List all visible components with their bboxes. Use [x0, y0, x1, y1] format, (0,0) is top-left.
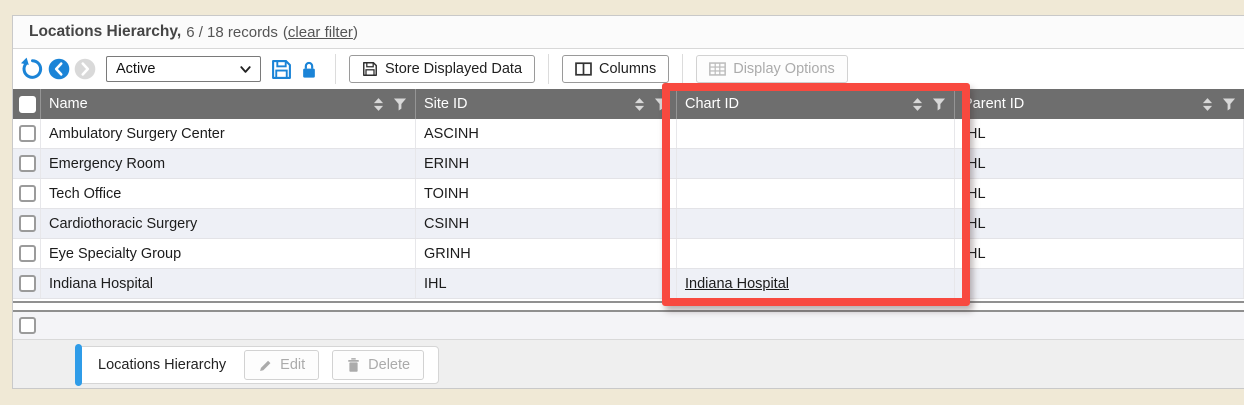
filter-icon[interactable] — [1222, 98, 1236, 111]
chart-id-link[interactable]: Indiana Hospital — [685, 276, 789, 292]
toolbar: Active — [13, 49, 1244, 89]
selection-action-box: Locations Hierarchy Edit Delete — [75, 346, 439, 384]
clear-filter-link[interactable]: clear filter — [288, 24, 353, 41]
cell-name: Cardiothoracic Surgery — [41, 209, 416, 238]
display-options-label: Display Options — [733, 61, 835, 77]
lock-icon[interactable] — [300, 60, 318, 79]
dropdown-chevron-icon — [238, 62, 253, 77]
column-label: Name — [49, 96, 88, 112]
select-all-cell — [13, 89, 41, 119]
cell-chart-id — [677, 239, 955, 268]
status-filter-select[interactable]: Active — [106, 56, 261, 82]
back-icon[interactable] — [48, 58, 70, 80]
table-header-row: Name Site ID Chart ID — [13, 89, 1244, 119]
store-displayed-data-label: Store Displayed Data — [385, 61, 522, 77]
cell-site-id: ERINH — [416, 149, 677, 178]
delete-button[interactable]: Delete — [332, 350, 424, 380]
filter-icon[interactable] — [654, 98, 668, 111]
accent-bar — [75, 344, 82, 386]
sort-icon[interactable] — [1202, 97, 1213, 112]
table-row[interactable]: Ambulatory Surgery Center ASCINH IHL — [13, 119, 1244, 149]
cell-parent-id — [955, 269, 1244, 298]
sort-icon[interactable] — [634, 97, 645, 112]
cell-site-id: IHL — [416, 269, 677, 298]
cell-parent-id: IHL — [955, 179, 1244, 208]
cell-parent-id: IHL — [955, 149, 1244, 178]
display-options-button[interactable]: Display Options — [696, 55, 848, 83]
column-label: Parent ID — [963, 96, 1024, 112]
table-row[interactable]: Emergency Room ERINH IHL — [13, 149, 1244, 179]
table-row[interactable]: Indiana Hospital IHL Indiana Hospital — [13, 269, 1244, 299]
columns-icon — [575, 62, 592, 76]
toolbar-separator — [335, 54, 336, 84]
page-title: Locations Hierarchy, — [29, 23, 181, 41]
columns-button[interactable]: Columns — [562, 55, 669, 83]
cell-site-id: ASCINH — [416, 119, 677, 148]
cell-site-id: GRINH — [416, 239, 677, 268]
row-checkbox[interactable] — [19, 245, 36, 262]
cell-chart-id — [677, 179, 955, 208]
cell-name: Indiana Hospital — [41, 269, 416, 298]
cell-name: Ambulatory Surgery Center — [41, 119, 416, 148]
footer-bar: Locations Hierarchy Edit Delete — [13, 340, 1244, 388]
column-header-parent-id[interactable]: Parent ID — [955, 89, 1244, 119]
forward-icon[interactable] — [74, 58, 96, 80]
edit-button[interactable]: Edit — [244, 350, 319, 380]
select-all-checkbox[interactable] — [19, 96, 36, 113]
table-row[interactable]: Tech Office TOINH IHL — [13, 179, 1244, 209]
row-checkbox[interactable] — [19, 125, 36, 142]
table-row[interactable]: Eye Specialty Group GRINH IHL — [13, 239, 1244, 269]
cell-parent-id: IHL — [955, 239, 1244, 268]
row-checkbox[interactable] — [19, 155, 36, 172]
sort-icon[interactable] — [912, 97, 923, 112]
horizontal-scrollbar[interactable] — [13, 301, 1244, 312]
row-checkbox[interactable] — [19, 275, 36, 292]
sort-icon[interactable] — [373, 97, 384, 112]
paren-close: ) — [353, 24, 358, 41]
cell-chart-id: Indiana Hospital — [677, 269, 955, 298]
cell-chart-id — [677, 149, 955, 178]
row-checkbox[interactable] — [19, 215, 36, 232]
columns-label: Columns — [599, 61, 656, 77]
panel-title-bar: Locations Hierarchy, 6 / 18 records (cle… — [13, 16, 1244, 49]
row-checkbox[interactable] — [19, 185, 36, 202]
status-filter-value: Active — [107, 61, 238, 77]
table-body: Ambulatory Surgery Center ASCINH IHL Eme… — [13, 119, 1244, 299]
column-label: Site ID — [424, 96, 468, 112]
store-save-icon — [362, 61, 378, 77]
delete-label: Delete — [368, 357, 410, 373]
cell-name: Eye Specialty Group — [41, 239, 416, 268]
cell-parent-id: IHL — [955, 119, 1244, 148]
column-header-name[interactable]: Name — [41, 89, 416, 119]
edit-icon — [258, 358, 273, 373]
cell-site-id: CSINH — [416, 209, 677, 238]
column-label: Chart ID — [685, 96, 739, 112]
cell-chart-id — [677, 209, 955, 238]
column-header-chart-id[interactable]: Chart ID — [677, 89, 955, 119]
cell-name: Tech Office — [41, 179, 416, 208]
delete-icon — [346, 357, 361, 373]
filter-icon[interactable] — [932, 98, 946, 111]
cell-chart-id — [677, 119, 955, 148]
cell-parent-id: IHL — [955, 209, 1244, 238]
footer-checkbox[interactable] — [19, 317, 36, 334]
store-displayed-data-button[interactable]: Store Displayed Data — [349, 55, 535, 83]
table-row[interactable]: Cardiothoracic Surgery CSINH IHL — [13, 209, 1244, 239]
save-icon[interactable] — [271, 59, 292, 80]
footer-checkbox-row — [13, 312, 1244, 340]
display-options-icon — [709, 62, 726, 76]
edit-label: Edit — [280, 357, 305, 373]
cell-site-id: TOINH — [416, 179, 677, 208]
toolbar-separator — [682, 54, 683, 84]
record-count: 6 / 18 records — [186, 24, 278, 41]
column-header-site-id[interactable]: Site ID — [416, 89, 677, 119]
cell-name: Emergency Room — [41, 149, 416, 178]
undo-icon[interactable] — [20, 57, 44, 81]
locations-hierarchy-panel: Locations Hierarchy, 6 / 18 records (cle… — [12, 15, 1244, 389]
toolbar-separator — [548, 54, 549, 84]
filter-icon[interactable] — [393, 98, 407, 111]
selection-label: Locations Hierarchy — [98, 357, 226, 373]
